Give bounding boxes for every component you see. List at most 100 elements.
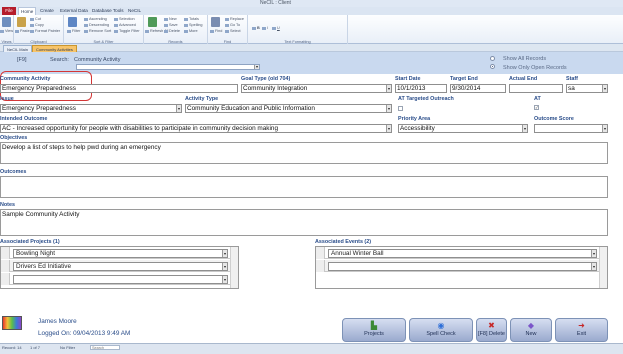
- chevron-down-icon[interactable]: ▾: [602, 85, 607, 92]
- chevron-down-icon[interactable]: ▾: [591, 250, 596, 257]
- delete-record-button[interactable]: Delete: [164, 29, 180, 33]
- target-end-field[interactable]: 9/30/2014: [450, 84, 506, 93]
- issue-combo[interactable]: Emergency Preparedness ▾: [0, 104, 182, 113]
- priority-area-combo[interactable]: Accessibility ▾: [398, 124, 528, 133]
- tab-external-data[interactable]: External Data: [58, 7, 90, 15]
- radio-show-all[interactable]: [490, 56, 495, 61]
- record-selector[interactable]: [1, 260, 10, 272]
- goal-type-combo[interactable]: Community Integration ▾: [241, 84, 392, 93]
- ascending-button[interactable]: Ascending: [84, 17, 107, 21]
- show-open-label[interactable]: Show Only Open Records: [503, 65, 567, 71]
- start-date-field[interactable]: 10/1/2013: [395, 84, 447, 93]
- scrollbar[interactable]: [599, 247, 607, 288]
- descending-button[interactable]: Descending: [84, 23, 109, 27]
- filter-button[interactable]: Filter: [67, 29, 80, 33]
- selection-button[interactable]: Selection: [114, 17, 135, 21]
- spelling-button[interactable]: Spelling: [184, 23, 203, 27]
- notes-field[interactable]: Sample Community Activity: [0, 209, 608, 236]
- actual-end-field[interactable]: [509, 84, 563, 93]
- file-tab[interactable]: File: [2, 7, 16, 15]
- search-dropdown[interactable]: ▾: [76, 64, 260, 70]
- find-button[interactable]: Find: [210, 29, 222, 33]
- chevron-down-icon[interactable]: ▾: [176, 105, 181, 112]
- list-item[interactable]: Bowling Night ▾: [1, 247, 230, 259]
- italic-button[interactable]: I: [262, 26, 268, 30]
- go-to-button[interactable]: Go To: [225, 23, 240, 27]
- project-combo[interactable]: Bowling Night ▾: [13, 249, 228, 258]
- tab-necil-main[interactable]: NeCIL Main: [3, 45, 32, 52]
- view-button[interactable]: View: [0, 29, 13, 33]
- find-icon[interactable]: [211, 17, 220, 27]
- tab-necil[interactable]: NeCIL: [126, 7, 143, 15]
- delete-button[interactable]: ✖ [F8] Delete: [476, 318, 507, 342]
- projects-button[interactable]: ▙ Projects: [342, 318, 406, 342]
- view-icon[interactable]: [2, 17, 11, 27]
- record-selector[interactable]: [1, 273, 10, 285]
- bold-button[interactable]: B: [252, 26, 260, 30]
- chevron-down-icon[interactable]: ▾: [222, 250, 227, 257]
- chevron-down-icon[interactable]: ▾: [222, 263, 227, 270]
- tab-home[interactable]: Home: [18, 7, 37, 15]
- list-item[interactable]: Drivers Ed Initiative ▾: [1, 260, 230, 272]
- chevron-down-icon[interactable]: ▾: [602, 125, 607, 132]
- more-button[interactable]: More: [184, 29, 198, 33]
- outcomes-field[interactable]: [0, 176, 608, 198]
- record-selector[interactable]: [1, 247, 10, 259]
- new-record-button[interactable]: New: [164, 17, 177, 21]
- chevron-down-icon[interactable]: ▾: [254, 65, 259, 69]
- event-combo[interactable]: Annual Winter Ball ▾: [328, 249, 597, 258]
- record-search-input[interactable]: Search: [90, 345, 120, 350]
- chevron-down-icon[interactable]: ▾: [591, 263, 596, 270]
- at-checkbox[interactable]: ✓: [534, 105, 539, 110]
- community-activity-field[interactable]: Emergency Preparedness: [0, 84, 238, 93]
- copy-button[interactable]: Copy: [30, 23, 44, 27]
- paste-button[interactable]: Paste: [15, 29, 30, 33]
- format-painter-button[interactable]: Format Painter: [30, 29, 60, 33]
- list-item[interactable]: ▾: [1, 273, 230, 285]
- select-button[interactable]: Select: [225, 29, 241, 33]
- chevron-down-icon[interactable]: ▾: [222, 276, 227, 283]
- list-item[interactable]: ▾: [316, 260, 599, 272]
- chevron-down-icon[interactable]: ▾: [386, 85, 391, 92]
- totals-button[interactable]: Totals: [184, 17, 199, 21]
- filter-icon[interactable]: [68, 17, 77, 27]
- show-all-label[interactable]: Show All Records: [503, 56, 546, 62]
- project-combo[interactable]: Drivers Ed Initiative ▾: [13, 262, 228, 271]
- objectives-field[interactable]: Develop a list of steps to help pwd duri…: [0, 142, 608, 164]
- event-combo[interactable]: ▾: [328, 262, 597, 271]
- tab-database-tools[interactable]: Database Tools: [90, 7, 126, 15]
- list-item[interactable]: Annual Winter Ball ▾: [316, 247, 599, 259]
- record-selector[interactable]: [316, 260, 325, 272]
- ribbon-group-views: View Views: [0, 15, 14, 44]
- tab-create[interactable]: Create: [38, 7, 56, 15]
- at-targeted-outreach-checkbox[interactable]: [398, 106, 403, 111]
- toggle-filter-button[interactable]: Toggle Filter: [114, 29, 140, 33]
- paste-icon[interactable]: [17, 17, 26, 27]
- cut-button[interactable]: Cut: [30, 17, 41, 21]
- filter-status[interactable]: No Filter: [60, 345, 75, 350]
- search-combo[interactable]: Community Activity: [74, 56, 260, 64]
- staff-combo[interactable]: sa ▾: [566, 84, 608, 93]
- replace-button[interactable]: Replace: [225, 17, 244, 21]
- remove-sort-button[interactable]: Remove Sort: [84, 29, 111, 33]
- new-button[interactable]: ◆ New: [510, 318, 552, 342]
- chevron-down-icon[interactable]: ▾: [386, 125, 391, 132]
- radio-show-open[interactable]: [490, 64, 495, 69]
- scrollbar[interactable]: [230, 247, 238, 288]
- outcome-score-combo[interactable]: ▾: [534, 124, 608, 133]
- advanced-button[interactable]: Advanced: [114, 23, 136, 27]
- underline-button[interactable]: U: [272, 26, 280, 30]
- save-record-button[interactable]: Save: [164, 23, 178, 27]
- exit-button[interactable]: ➜ Exit: [555, 318, 608, 342]
- chevron-down-icon[interactable]: ▾: [386, 105, 391, 112]
- record-position[interactable]: 1 of 7: [30, 345, 40, 350]
- activity-type-combo[interactable]: Community Education and Public Informati…: [185, 104, 392, 113]
- chevron-down-icon[interactable]: ▾: [522, 125, 527, 132]
- tab-community-activities[interactable]: Community Activities: [32, 45, 77, 52]
- project-combo[interactable]: ▾: [13, 275, 228, 284]
- spell-check-button[interactable]: ◉ Spell Check: [409, 318, 473, 342]
- actual-end-label: Actual End: [509, 76, 538, 82]
- record-selector[interactable]: [316, 247, 325, 259]
- refresh-icon[interactable]: [148, 17, 157, 27]
- intended-outcome-combo[interactable]: AC - Increased opportunity for people wi…: [0, 124, 392, 133]
